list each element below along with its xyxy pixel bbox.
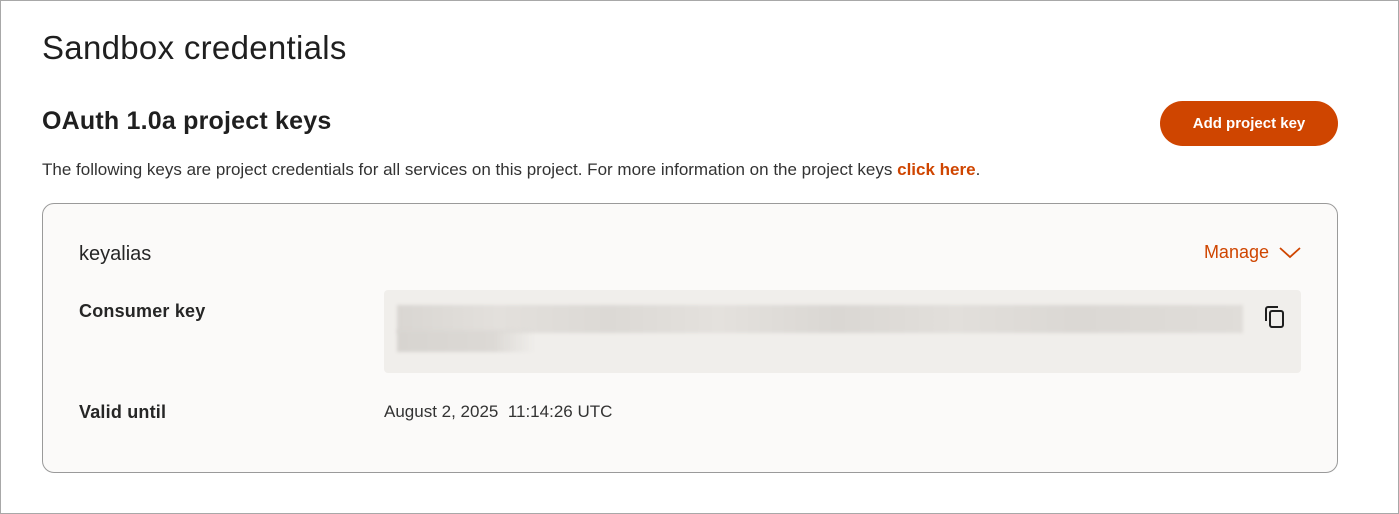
- copy-icon: [1265, 306, 1284, 328]
- copy-consumer-key-button[interactable]: [1260, 303, 1288, 331]
- redacted-key-line: [397, 330, 535, 352]
- valid-until-value: August 2, 2025 11:14:26 UTC: [384, 402, 613, 421]
- credentials-panel: Sandbox credentials OAuth 1.0a project k…: [0, 0, 1399, 514]
- section-title: OAuth 1.0a project keys: [42, 107, 332, 135]
- chevron-down-icon: [1279, 246, 1301, 258]
- add-project-key-button[interactable]: Add project key: [1160, 101, 1338, 146]
- click-here-link[interactable]: click here: [897, 160, 975, 179]
- manage-dropdown[interactable]: Manage: [1204, 242, 1301, 263]
- project-key-card: keyalias Manage Consumer key Valid until…: [42, 203, 1338, 473]
- section-description: The following keys are project credentia…: [42, 160, 980, 180]
- description-end: .: [975, 160, 981, 179]
- consumer-key-field: [384, 290, 1301, 373]
- manage-label: Manage: [1203, 242, 1269, 262]
- consumer-key-label: Consumer key: [79, 301, 206, 321]
- valid-until-label: Valid until: [79, 402, 167, 422]
- key-alias: keyalias: [79, 243, 152, 265]
- redacted-key-line: [397, 305, 1243, 333]
- description-text: The following keys are project credentia…: [42, 160, 898, 179]
- page-title: Sandbox credentials: [42, 29, 347, 66]
